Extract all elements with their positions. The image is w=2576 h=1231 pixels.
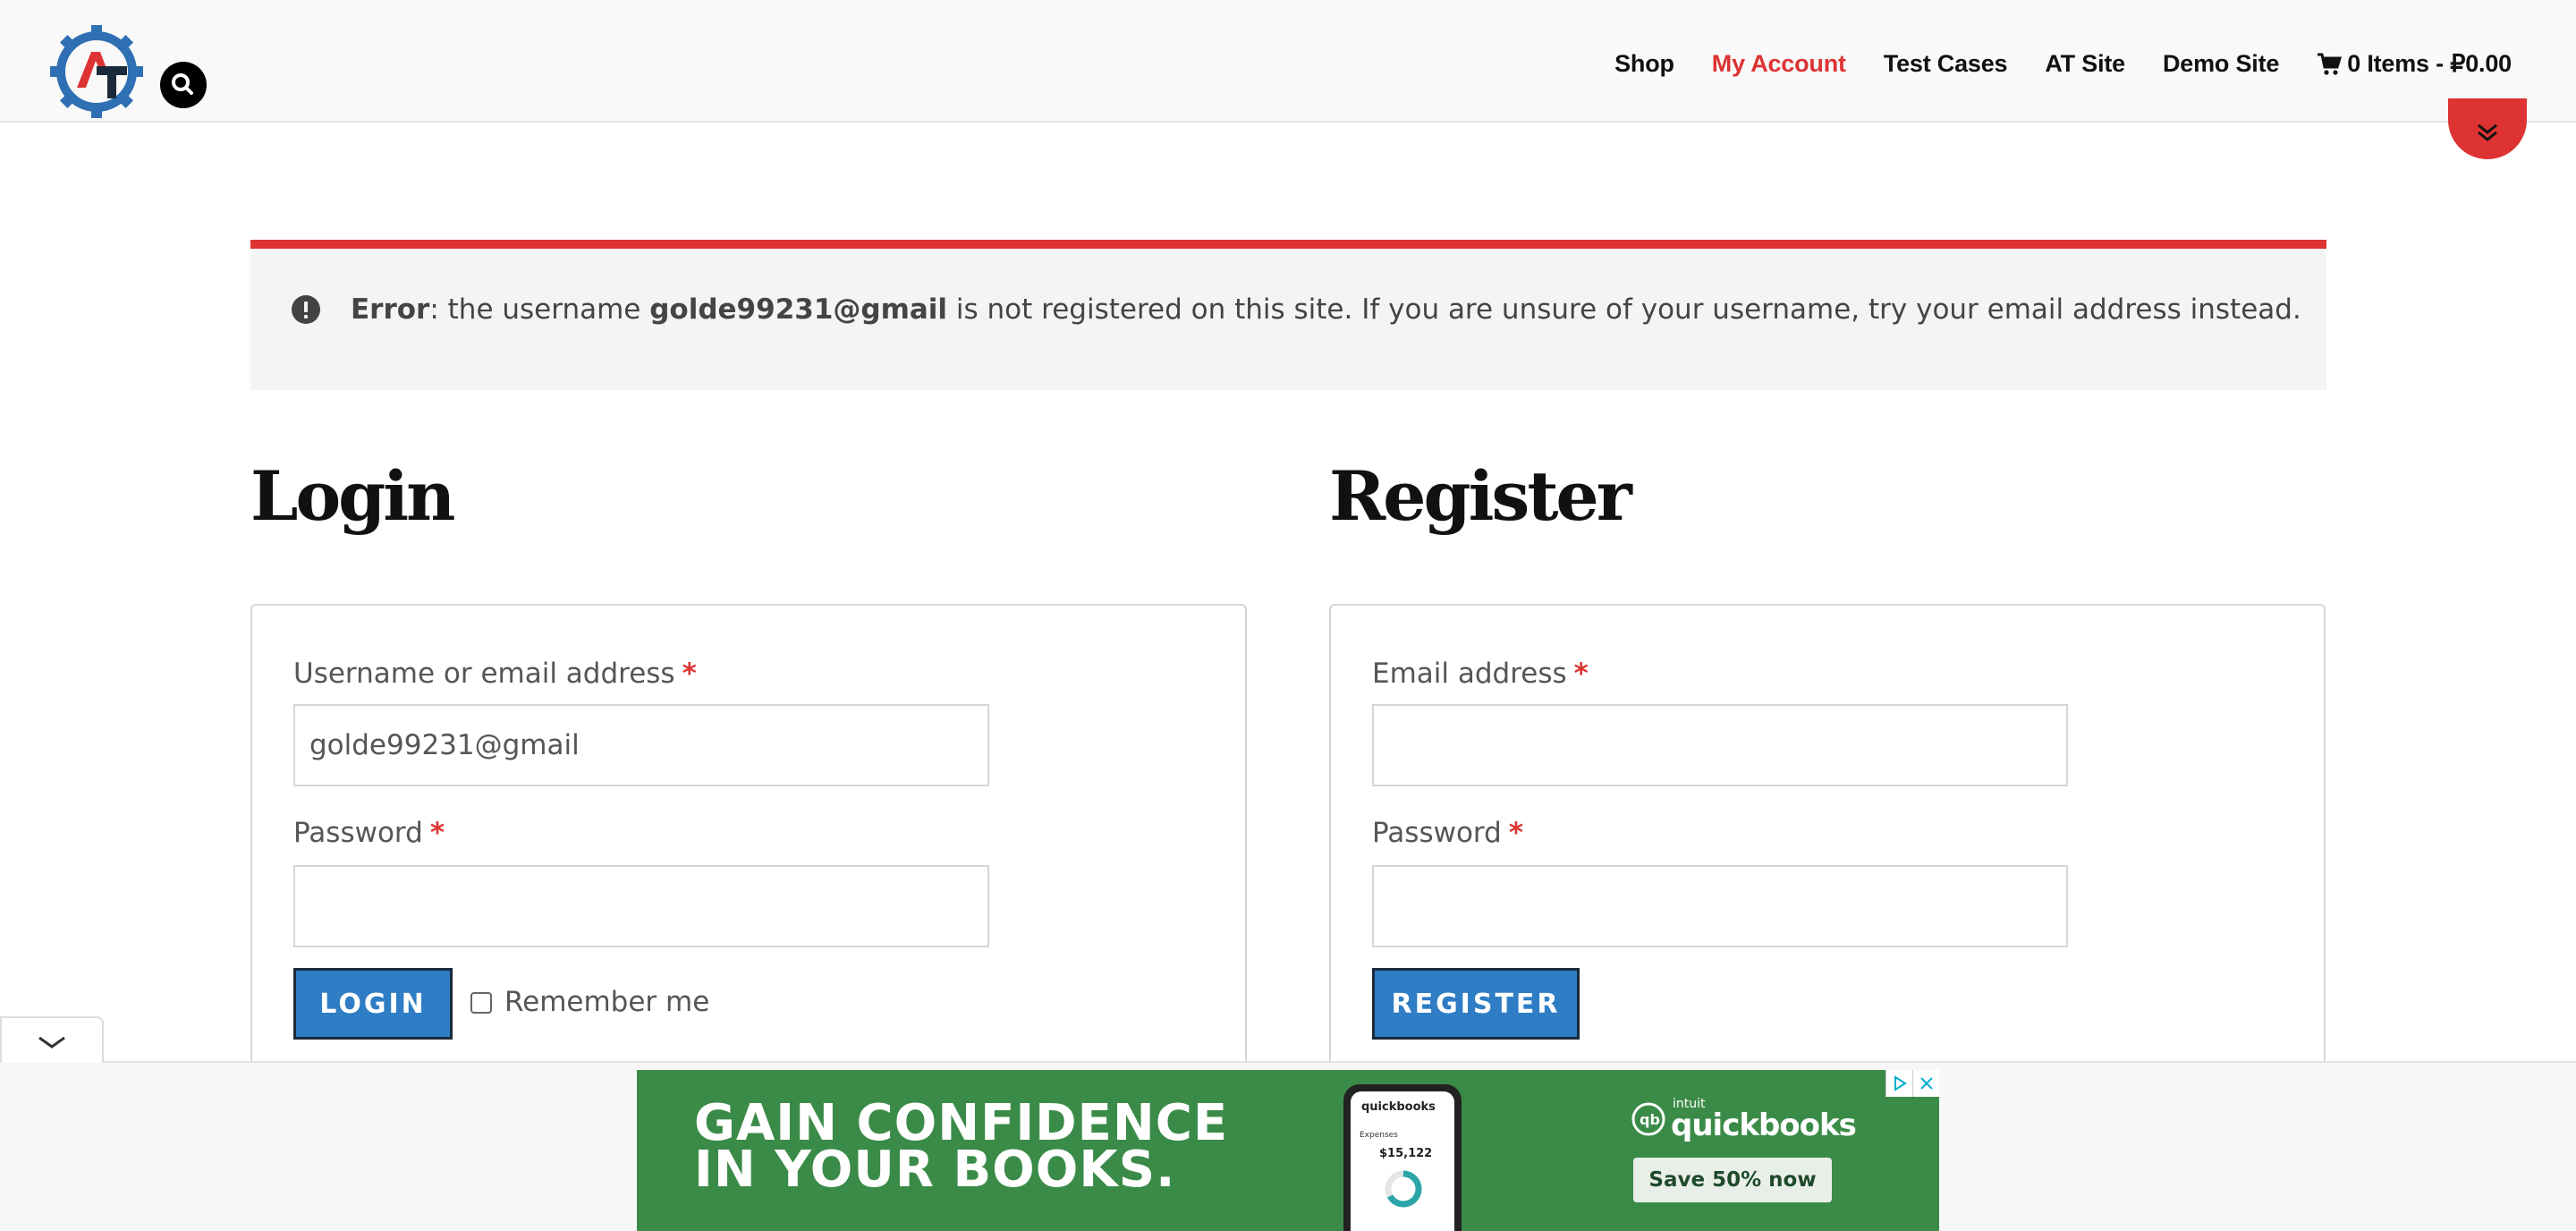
username-input[interactable] xyxy=(293,704,989,786)
register-email-input[interactable] xyxy=(1372,704,2068,786)
collapse-ad-button[interactable] xyxy=(0,1016,104,1063)
register-password-input[interactable] xyxy=(1372,865,2068,947)
nav-my-account[interactable]: My Account xyxy=(1712,50,1846,78)
required-mark: * xyxy=(429,817,445,849)
scroll-down-button[interactable] xyxy=(2448,98,2527,159)
login-password-label: Password * xyxy=(293,817,445,849)
email-label: Email address * xyxy=(1372,658,1589,690)
remember-me-checkbox[interactable] xyxy=(470,992,492,1014)
error-text-1: : the username xyxy=(429,293,650,326)
required-mark: * xyxy=(1508,817,1524,849)
error-username: golde99231@gmail xyxy=(649,293,948,326)
search-button[interactable] xyxy=(160,62,207,108)
quickbooks-ad[interactable]: GAIN CONFIDENCE IN YOUR BOOKS. quickbook… xyxy=(637,1070,1939,1231)
register-button[interactable]: REGISTER xyxy=(1372,968,1580,1040)
required-mark: * xyxy=(682,658,697,690)
nav-demo-site[interactable]: Demo Site xyxy=(2163,50,2279,78)
ad-cta-button[interactable]: Save 50% now xyxy=(1633,1158,1832,1202)
cart-icon xyxy=(2318,53,2343,75)
nav-test-cases[interactable]: Test Cases xyxy=(1884,50,2008,78)
svg-text:qb: qb xyxy=(1640,1111,1660,1128)
site-header: Shop My Account Test Cases AT Site Demo … xyxy=(0,0,2576,123)
login-button[interactable]: LOGIN xyxy=(293,968,453,1040)
nav-at-site[interactable]: AT Site xyxy=(2045,50,2125,78)
quickbooks-logo-icon: qb xyxy=(1631,1102,1665,1136)
adchoices-icon[interactable] xyxy=(1885,1070,1912,1097)
nav-cart[interactable]: 0 Items - ₽0.00 xyxy=(2317,50,2512,78)
nav-shop[interactable]: Shop xyxy=(1614,50,1674,78)
ad-headline: GAIN CONFIDENCE IN YOUR BOOKS. xyxy=(694,1094,1229,1199)
phone-brand: quickbooks xyxy=(1361,1100,1436,1114)
donut-chart-icon xyxy=(1385,1170,1422,1208)
cart-summary: 0 Items - ₽0.00 xyxy=(2347,50,2512,77)
exclamation-circle-icon xyxy=(292,295,320,324)
error-text-2: is not registered on this site. If you a… xyxy=(947,293,2301,326)
register-password-label: Password * xyxy=(1372,817,1524,849)
search-icon xyxy=(172,73,193,95)
error-prefix: Error xyxy=(351,293,430,326)
phone-section: Expenses xyxy=(1360,1131,1398,1140)
double-chevron-down-icon xyxy=(2478,123,2497,141)
required-mark: * xyxy=(1573,658,1589,690)
login-heading: Login xyxy=(250,456,455,536)
ad-phone-image: quickbooks Expenses $15,122 xyxy=(1343,1084,1462,1231)
site-logo[interactable] xyxy=(50,25,143,118)
main-nav: Shop My Account Test Cases AT Site Demo … xyxy=(1614,50,2512,78)
error-notice: Error: the username golde99231@gmail is … xyxy=(250,240,2326,390)
remember-me-label[interactable]: Remember me xyxy=(504,986,709,1018)
chevron-down-icon xyxy=(38,1036,65,1048)
username-label: Username or email address * xyxy=(293,658,697,690)
phone-amount: $15,122 xyxy=(1379,1147,1433,1160)
error-message: Error: the username golde99231@gmail is … xyxy=(351,293,2301,326)
close-ad-icon[interactable] xyxy=(1912,1070,1939,1097)
register-heading: Register xyxy=(1329,456,1632,536)
login-password-input[interactable] xyxy=(293,865,989,947)
